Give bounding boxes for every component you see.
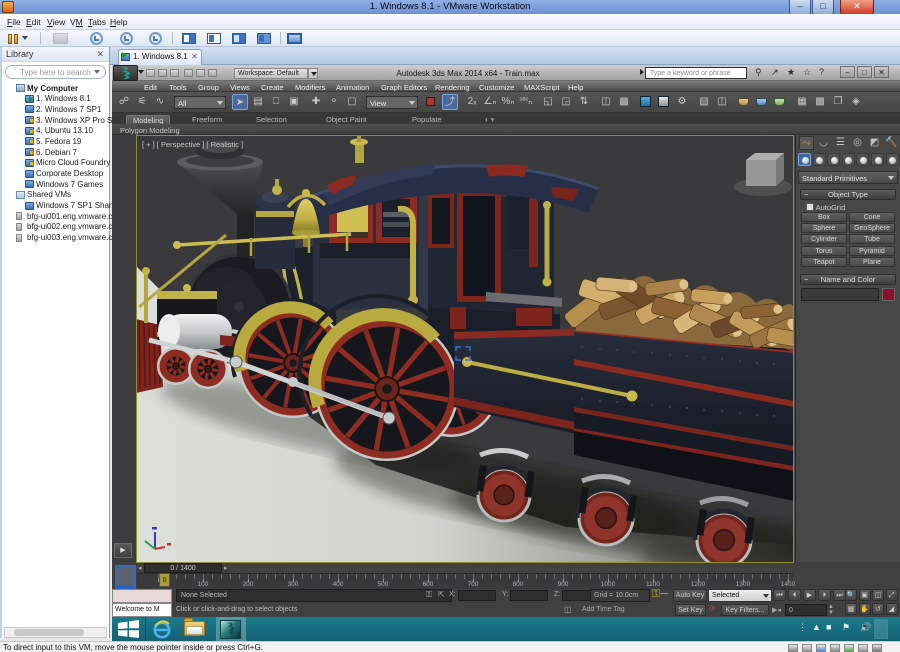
- svg-text:[ + ] [ Perspective ] [ Realis: [ + ] [ Perspective ] [ Realistic ]: [142, 140, 243, 149]
